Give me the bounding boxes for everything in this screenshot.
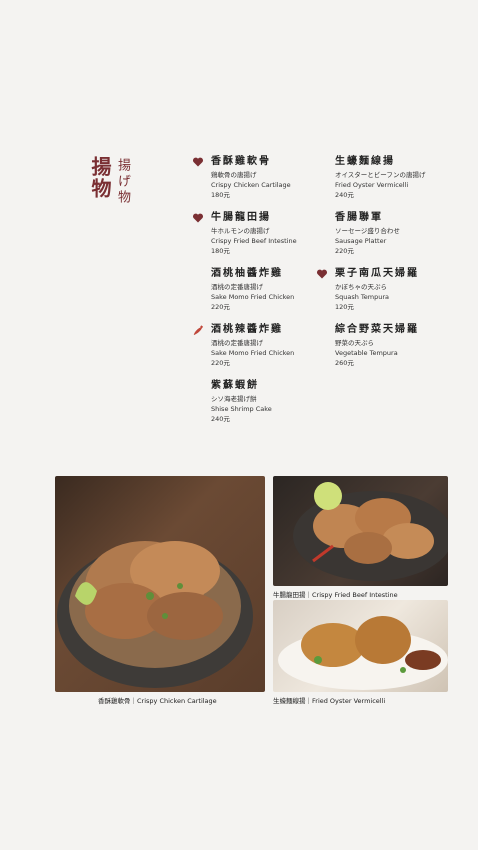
item-japanese: 酒桃の定番唐揚げ [211,283,263,291]
caption-top-right-photo: 牛腸龍田揚｜Crispy Fried Beef Intestine [273,591,398,599]
item-english: Vegetable Tempura [335,349,398,357]
item-name: 香腸聯軍 [335,212,383,223]
item-japanese: シソ海老揚げ餅 [211,395,257,403]
item-english: Crispy Fried Beef Intestine [211,237,297,245]
item-japanese: 野菜の天ぷら [335,339,374,347]
photo-crispy-chicken-cartilage [55,476,265,692]
item-english: Shise Shrimp Cake [211,405,272,413]
food-illustration [293,482,448,581]
caption-main-photo: 香酥雞軟骨｜Crispy Chicken Cartilage [98,697,217,705]
item-price: 180元 [211,191,230,199]
item-price: 240元 [335,191,354,199]
menu-item: 綜合野菜天婦羅 野菜の天ぷら Vegetable Tempura 260元 [335,323,455,368]
menu-item: 栗子南瓜天婦羅 かぼちゃの天ぷら Squash Tempura 120元 [316,267,455,312]
menu-item: 牛腸龍田揚 牛ホルモンの唐揚げ Crispy Fried Beef Intest… [192,211,331,256]
menu-column-left: 香酥雞軟骨 鶏軟骨の唐揚げ Crispy Chicken Cartilage 1… [192,155,331,435]
item-price: 220元 [211,359,230,367]
item-name: 酒桃辣醬炸雞 [211,324,283,335]
item-name: 香酥雞軟骨 [211,156,271,167]
item-english: Sake Momo Fried Chicken [211,293,295,301]
item-price: 180元 [211,247,230,255]
food-illustration [57,541,253,688]
menu-item: 香酥雞軟骨 鶏軟骨の唐揚げ Crispy Chicken Cartilage 1… [192,155,331,200]
item-name: 牛腸龍田揚 [211,212,271,223]
item-price: 240元 [211,415,230,423]
item-english: Sake Momo Fried Chicken [211,349,295,357]
item-japanese: オイスターとビーフンの唐揚げ [335,171,426,179]
chili-icon [193,325,203,336]
item-name: 紫蘇蝦餅 [211,380,259,391]
item-japanese: 酒桃の定番唐揚げ [211,339,263,347]
menu-item: 酒桃辣醬炸雞 酒桃の定番唐揚げ Sake Momo Fried Chicken … [193,323,331,368]
item-english: Sausage Platter [335,237,387,245]
item-english: Fried Oyster Vermicelli [335,181,409,189]
photo-fried-beef-intestine [273,476,448,586]
item-price: 220元 [335,247,354,255]
item-price: 260元 [335,359,354,367]
menu-item: 生蠔麵線揚 オイスターとビーフンの唐揚げ Fried Oyster Vermic… [335,155,455,200]
menu-item: 香腸聯軍 ソーセージ盛り合わせ Sausage Platter 220元 [335,211,455,256]
item-name: 栗子南瓜天婦羅 [335,268,419,279]
item-price: 120元 [335,303,354,311]
section-title: 揚物 [88,156,112,200]
item-english: Squash Tempura [335,293,390,301]
menu-item: 酒桃柚醬炸雞 酒桃の定番唐揚げ Sake Momo Fried Chicken … [211,267,331,312]
menu-column-right: 生蠔麵線揚 オイスターとビーフンの唐揚げ Fried Oyster Vermic… [316,155,455,379]
item-price: 220元 [211,303,230,311]
item-japanese: 鶏軟骨の唐揚げ [211,171,257,179]
heart-icon [192,157,204,167]
photo-fried-oyster-vermicelli [273,600,448,692]
food-illustration [278,616,448,690]
item-japanese: 牛ホルモンの唐揚げ [211,227,270,235]
section-title-japanese: 揚げ物 [115,158,130,206]
item-name: 綜合野菜天婦羅 [335,324,419,335]
heart-icon [192,213,204,223]
item-japanese: かぼちゃの天ぷら [335,283,387,291]
menu-item: 紫蘇蝦餅 シソ海老揚げ餅 Shise Shrimp Cake 240元 [211,379,331,424]
item-english: Crispy Chicken Cartilage [211,181,291,189]
heart-icon [316,269,328,279]
caption-bottom-right-photo: 生蠔麵線揚｜Fried Oyster Vermicelli [273,697,386,705]
item-name: 酒桃柚醬炸雞 [211,268,283,279]
item-japanese: ソーセージ盛り合わせ [335,227,400,235]
item-name: 生蠔麵線揚 [335,156,395,167]
